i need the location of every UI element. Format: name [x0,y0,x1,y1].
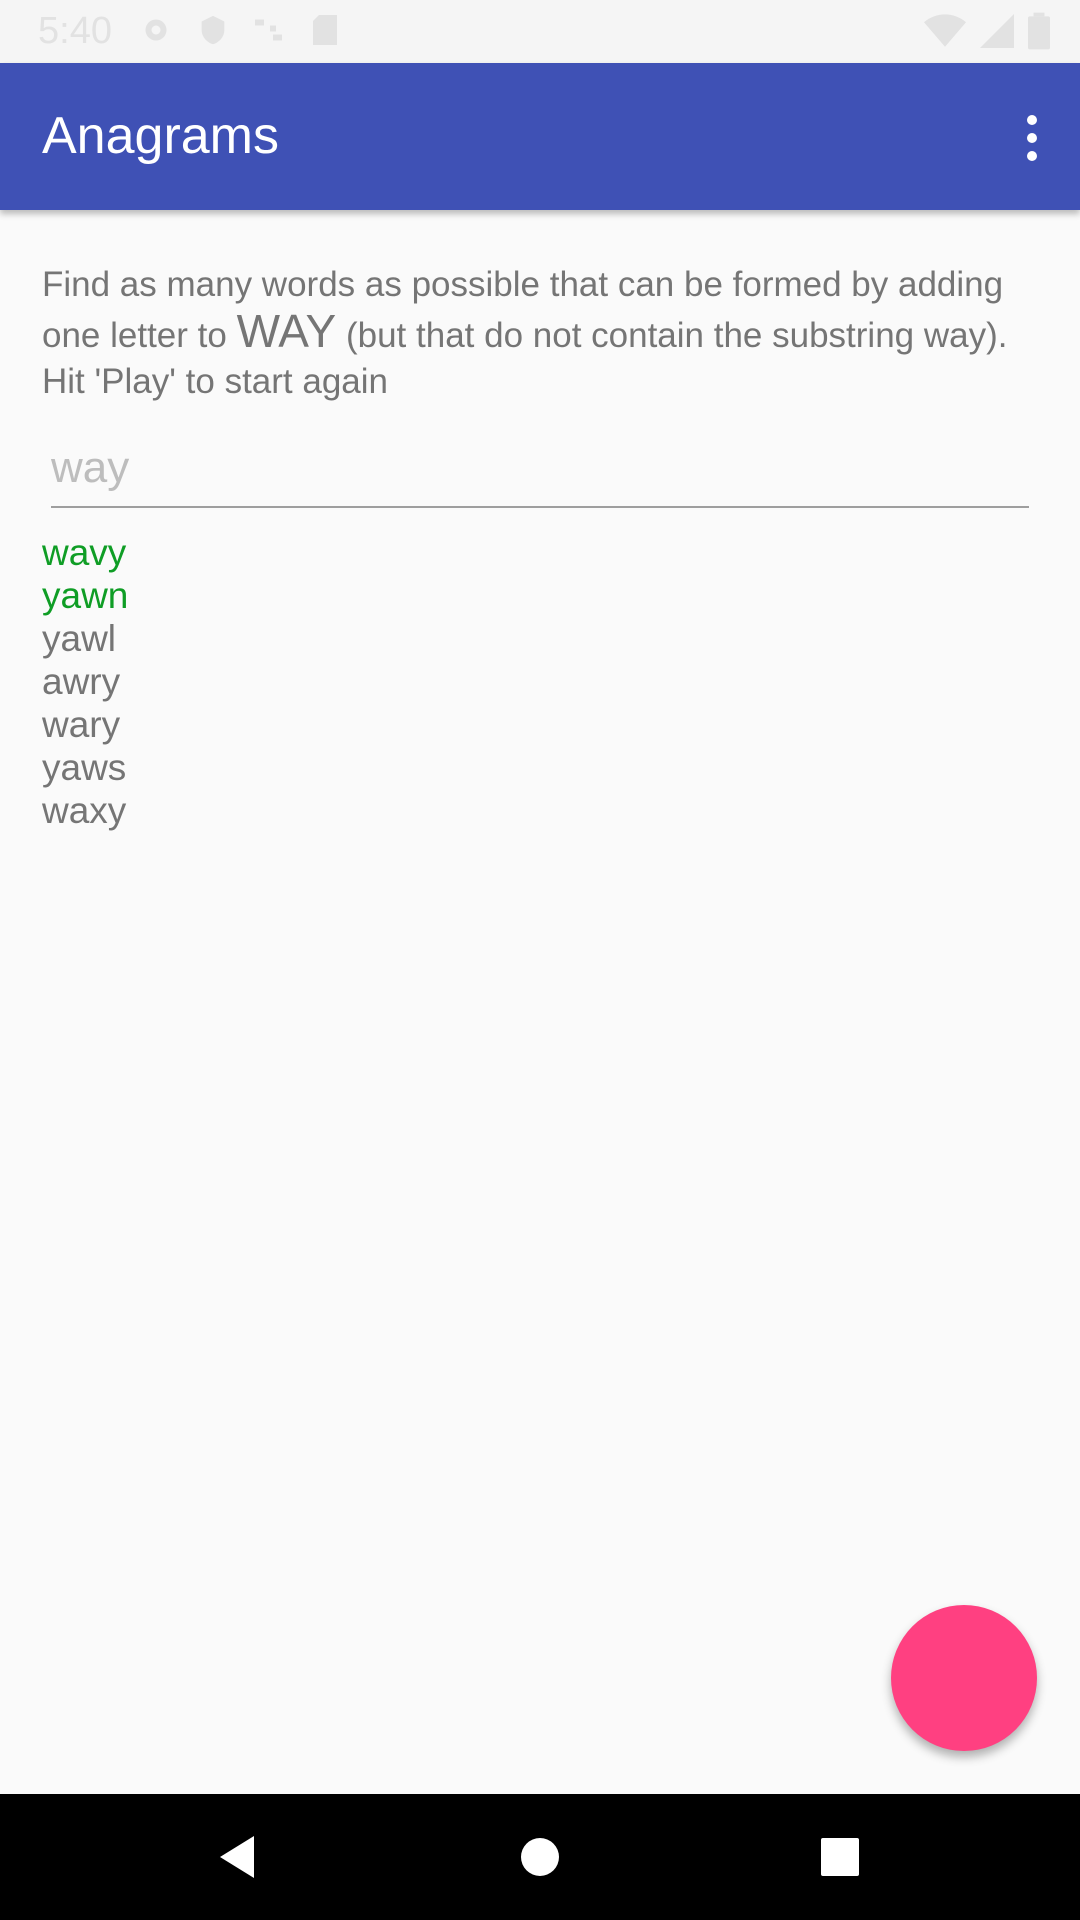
status-bar: 5:40 [0,0,1080,63]
more-options-icon [1027,115,1037,125]
cast-icon [255,19,282,41]
status-time: 5:40 [38,10,112,52]
wifi-icon [924,14,966,47]
status-icons-left [138,12,340,48]
starter-word: WAY [236,305,337,357]
word-list-item: waxy [42,790,127,831]
shield-icon [201,15,225,45]
status-icons-right [924,12,1050,50]
word-list-item: wary [42,704,121,745]
word-list-item: yawn [42,575,129,616]
navigation-bar [0,1794,1080,1920]
app-title: Anagrams [42,107,279,165]
signal-icon [980,14,1014,48]
more-options-button[interactable] [1002,103,1062,173]
gear-icon [145,19,167,41]
sd-card-icon [313,15,337,45]
word-list-item: yawl [42,618,117,659]
play-button[interactable] [891,1605,1037,1751]
word-list: wavy yawn yawl awry wary yaws waxy [42,531,128,832]
word-input[interactable] [51,438,1029,498]
app-bar: Anagrams [0,63,1080,210]
word-list-item: yaws [42,747,127,788]
word-input-container [51,438,1029,508]
word-list-item: wavy [42,532,127,573]
back-icon[interactable] [214,1832,264,1882]
home-icon[interactable] [515,1832,565,1882]
instructions-text: Find as many words as possible that can … [42,262,1038,405]
more-options-icon-dot [1027,133,1037,143]
content: Find as many words as possible that can … [42,262,1038,405]
battery-icon [1028,12,1050,50]
more-options-icon-dot [1027,151,1037,161]
recents-icon[interactable] [815,1832,865,1882]
word-list-item: awry [42,661,121,702]
